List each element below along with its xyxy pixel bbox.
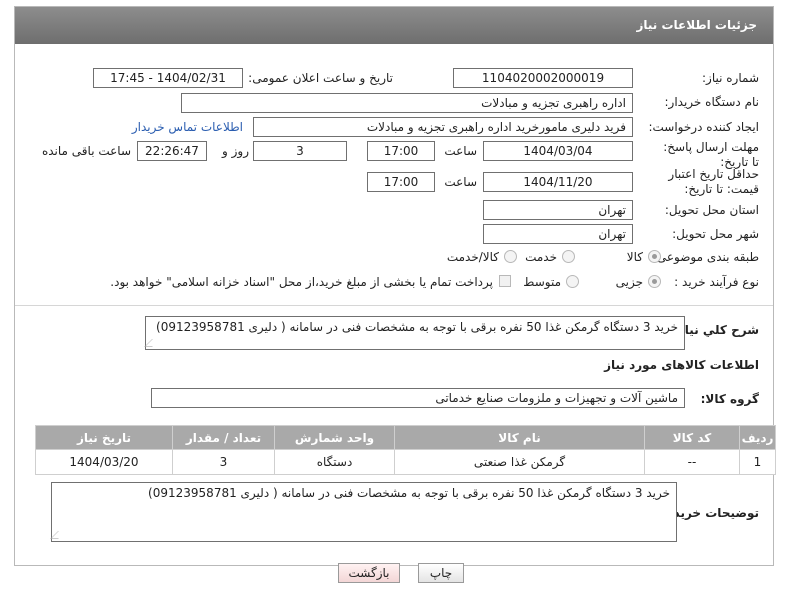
reply-deadline-time-label: ساعت — [444, 144, 477, 158]
buyer-org-field: اداره راهبری تجزیه و مبادلات — [181, 93, 633, 113]
category-goods-label: کالا — [626, 250, 643, 264]
delivery-city-label: شهر محل تحویل: — [672, 227, 759, 241]
category-label: طبقه بندی موضوعی: — [652, 250, 759, 264]
remaining-time-field: 22:26:47 — [137, 141, 207, 161]
treasury-payment-checkbox[interactable] — [499, 275, 511, 287]
price-validity-date: 1404/11/20 — [483, 172, 633, 192]
category-service-radio[interactable] — [562, 250, 575, 263]
cell-name: گرمکن غذا صنعتی — [394, 449, 645, 475]
announce-date-field: 1404/02/31 - 17:45 — [93, 68, 243, 88]
description-text: خرید 3 دستگاه گرمکن غذا 50 نفره برقی با … — [156, 320, 678, 334]
price-validity-time-label: ساعت — [444, 175, 477, 189]
reply-deadline-date: 1404/03/04 — [483, 141, 633, 161]
goods-table: ردیف کد کالا نام کالا واحد شمارش تعداد /… — [35, 425, 776, 475]
buyer-contact-link[interactable]: اطلاعات تماس خریدار — [132, 120, 243, 134]
table-header-row: ردیف کد کالا نام کالا واحد شمارش تعداد /… — [35, 425, 776, 450]
col-qty: تعداد / مقدار — [172, 425, 275, 450]
delivery-city-field: تهران — [483, 224, 633, 244]
category-service-label: خدمت — [525, 250, 557, 264]
cell-unit: دستگاه — [274, 449, 395, 475]
col-code: کد کالا — [644, 425, 740, 450]
delivery-province-field: تهران — [483, 200, 633, 220]
reply-days-field: 3 — [253, 141, 347, 161]
description-label: شرح کلي نياز: — [673, 323, 759, 337]
announce-date-label: تاریخ و ساعت اعلان عمومی: — [248, 71, 393, 85]
buyer-notes-text: خرید 3 دستگاه گرمکن غذا 50 نفره برقی با … — [148, 486, 670, 500]
reply-days-label: روز و — [222, 144, 249, 158]
cell-qty: 3 — [172, 449, 275, 475]
back-button[interactable]: بازگشت — [338, 563, 400, 583]
need-details-panel: جزئیات اطلاعات نیاز شماره نیاز: 11040200… — [14, 6, 776, 566]
delivery-province-label: استان محل تحویل: — [664, 203, 759, 217]
need-number-label: شماره نیاز: — [702, 71, 759, 85]
buyer-org-label: نام دستگاه خریدار: — [664, 95, 760, 109]
requester-field: فرید دلیری مامورخرید اداره راهبری تجزیه … — [253, 117, 633, 137]
price-validity-time: 17:00 — [367, 172, 435, 192]
goods-section-title: اطلاعات کالاهای مورد نیاز — [604, 358, 759, 372]
reply-deadline-label: مهلت ارسال پاسخ: تا تاریخ: — [663, 140, 759, 169]
treasury-payment-note: پرداخت تمام یا بخشی از مبلغ خرید،از محل … — [110, 275, 493, 289]
requester-label: ایجاد کننده درخواست: — [648, 120, 759, 134]
description-field: خرید 3 دستگاه گرمکن غذا 50 نفره برقی با … — [144, 316, 685, 350]
panel-title: جزئیات اطلاعات نیاز — [15, 7, 773, 44]
process-minor-radio[interactable] — [648, 275, 661, 288]
cell-code: -- — [644, 449, 740, 475]
need-number-field: 1104020002000019 — [453, 68, 633, 88]
col-row: ردیف — [739, 425, 776, 450]
goods-group-field: ماشین آلات و تجهیزات و ملزومات صنایع خدم… — [151, 388, 685, 408]
remaining-time-label: ساعت باقی مانده — [41, 144, 131, 158]
reply-deadline-time: 17:00 — [367, 141, 435, 161]
buyer-notes-field: خرید 3 دستگاه گرمکن غذا 50 نفره برقی با … — [50, 482, 677, 542]
col-name: نام کالا — [394, 425, 645, 450]
category-goods-service-radio[interactable] — [504, 250, 517, 263]
process-label: نوع فرآیند خرید : — [674, 275, 759, 289]
resize-grip-icon[interactable] — [50, 531, 66, 539]
divider — [15, 305, 773, 306]
cell-date: 1404/03/20 — [35, 449, 173, 475]
process-medium-label: متوسط — [523, 275, 561, 289]
resize-grip-icon[interactable] — [144, 339, 160, 347]
goods-group-label: گروه کالا: — [700, 392, 759, 406]
process-minor-label: جزیی — [615, 275, 643, 289]
category-goods-service-label: کالا/خدمت — [446, 250, 499, 264]
cell-row: 1 — [739, 449, 776, 475]
table-row: 1 -- گرمکن غذا صنعتی دستگاه 3 1404/03/20 — [35, 449, 776, 475]
print-button[interactable]: چاپ — [418, 563, 464, 583]
process-medium-radio[interactable] — [566, 275, 579, 288]
col-unit: واحد شمارش — [274, 425, 395, 450]
col-date: تاریخ نیاز — [35, 425, 173, 450]
category-goods-radio[interactable] — [648, 250, 661, 263]
price-validity-label: حداقل تاریخ اعتبار قیمت: تا تاریخ: — [668, 167, 759, 196]
